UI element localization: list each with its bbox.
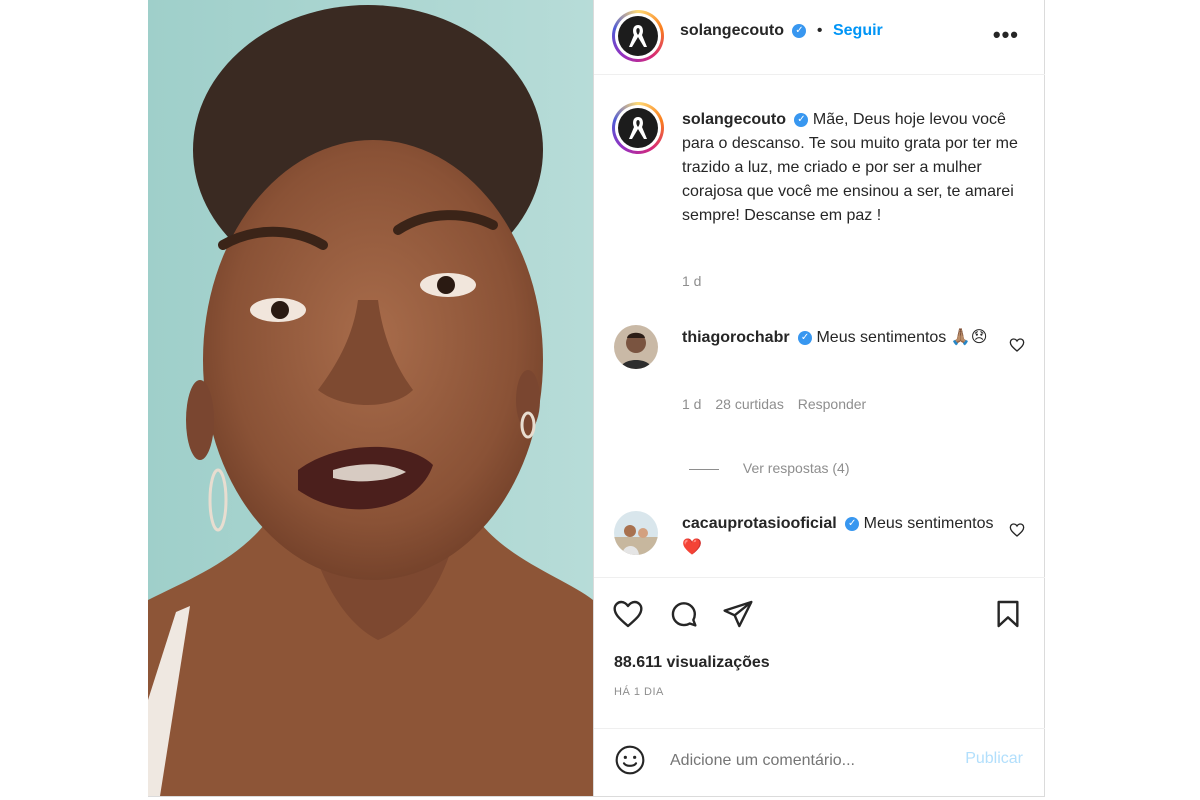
comment-2-username[interactable]: cacauprotasiooficial (682, 515, 837, 532)
verified-badge-icon: ✓ (845, 516, 860, 531)
post-actions: 88.611 visualizações HÁ 1 DIA (594, 577, 1045, 729)
ribbon-icon (618, 16, 658, 56)
author-avatar[interactable] (612, 10, 664, 62)
post-side-panel: solangecouto ✓ • Seguir ••• solangecouto (593, 0, 1045, 796)
comment-2-text: Meus sentimentos (863, 515, 994, 532)
comment-input[interactable] (668, 748, 932, 774)
view-replies-label: Ver respostas (4) (742, 460, 850, 476)
comment-1-time[interactable]: 1 d (682, 396, 701, 412)
caption-avatar[interactable] (612, 102, 664, 154)
like-comment-1-heart-icon[interactable] (1009, 337, 1025, 353)
caption-text-block: solangecouto ✓ Mãe, Deus hoje levou você… (682, 108, 1022, 228)
add-comment-bar: Publicar (594, 728, 1045, 796)
instagram-post: solangecouto ✓ • Seguir ••• solangecouto (148, 0, 1045, 797)
verified-badge-icon: ✓ (794, 112, 809, 127)
view-replies-button[interactable]: Ver respostas (4) (689, 460, 850, 476)
emoji-smiley-icon[interactable] (614, 744, 646, 776)
verified-badge-icon: ✓ (792, 23, 807, 38)
commenter-avatar[interactable] (614, 511, 658, 555)
comments-section[interactable]: solangecouto ✓ Mãe, Deus hoje levou você… (594, 75, 1045, 577)
comment-2-text-block: cacauprotasiooficial ✓ Meus sentimentos … (682, 512, 1002, 560)
publish-button[interactable]: Publicar (965, 750, 1023, 768)
ribbon-icon (618, 108, 658, 148)
like-comment-2-heart-icon[interactable] (1009, 522, 1025, 538)
comment-1-emoji: 🙏🏽😞 (950, 329, 988, 346)
comment-1-text: Meus sentimentos (816, 329, 947, 346)
follow-button[interactable]: Seguir (833, 22, 883, 39)
save-bookmark-icon[interactable] (992, 598, 1024, 630)
caption-username[interactable]: solangecouto (682, 111, 786, 128)
comment-1-likes[interactable]: 28 curtidas (715, 396, 783, 412)
views-count[interactable]: 88.611 visualizações (614, 654, 770, 672)
post-header: solangecouto ✓ • Seguir ••• (594, 0, 1045, 75)
commenter-avatar[interactable] (614, 325, 658, 369)
verified-badge-icon: ✓ (798, 330, 813, 345)
replies-divider (689, 468, 719, 470)
comment-1-text-block: thiagorochabr ✓ Meus sentimentos 🙏🏽😞 (682, 326, 1002, 350)
caption-time[interactable]: 1 d (682, 273, 701, 289)
comment-bubble-icon[interactable] (668, 598, 700, 630)
post-date: HÁ 1 DIA (614, 686, 664, 698)
share-paper-plane-icon[interactable] (722, 598, 754, 630)
author-username[interactable]: solangecouto (680, 22, 784, 39)
more-options-icon[interactable]: ••• (993, 22, 1019, 48)
comment-1-reply-button[interactable]: Responder (798, 396, 867, 412)
comment-1-username[interactable]: thiagorochabr (682, 329, 790, 346)
comment-1-meta: 1 d 28 curtidas Responder (682, 396, 866, 412)
header-separator: • (816, 22, 823, 39)
video-frame-illustration (148, 0, 593, 796)
comment-2-emoji: ❤️ (682, 539, 702, 556)
like-heart-icon[interactable] (612, 598, 644, 630)
post-video[interactable] (148, 0, 593, 796)
